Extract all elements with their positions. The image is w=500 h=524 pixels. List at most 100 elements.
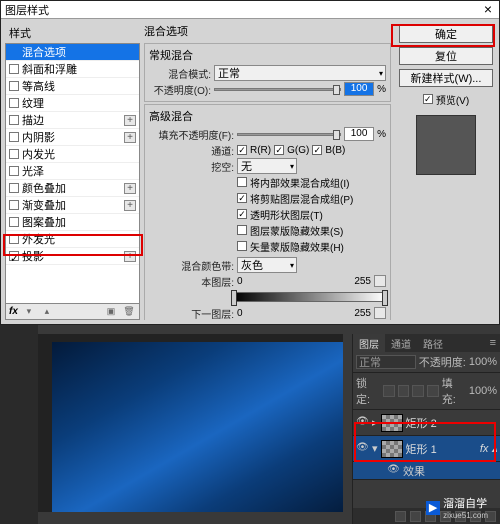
expand-icon[interactable]: ▾ xyxy=(372,442,378,455)
style-item-12[interactable]: ✓投影 + xyxy=(6,248,139,265)
style-label: 颜色叠加 xyxy=(22,180,66,196)
canvas[interactable] xyxy=(38,334,343,512)
style-item-7[interactable]: 光泽 xyxy=(6,163,139,180)
style-item-8[interactable]: 颜色叠加 + xyxy=(6,180,139,197)
tab-channels[interactable]: 通道 xyxy=(385,334,417,352)
blend-mode-select[interactable]: 正常▾ xyxy=(214,65,386,81)
layer-name: 矩形 2 xyxy=(406,415,437,431)
this-layer-gradient[interactable] xyxy=(233,292,386,302)
opacity-slider[interactable] xyxy=(214,88,341,91)
link-layers-icon[interactable] xyxy=(395,511,406,522)
style-checkbox[interactable]: ✓ xyxy=(9,251,19,261)
channel-b-checkbox[interactable] xyxy=(312,145,322,155)
styles-header: 样式 xyxy=(5,23,140,43)
ok-button[interactable]: 确定 xyxy=(399,25,493,43)
channel-r-checkbox[interactable] xyxy=(237,145,247,155)
style-checkbox[interactable] xyxy=(9,115,19,125)
under-layer-label: 下一图层: xyxy=(149,306,234,321)
add-effect-icon[interactable]: + xyxy=(124,183,136,194)
arrow-up-icon[interactable]: ▴ xyxy=(40,306,54,317)
style-checkbox[interactable] xyxy=(9,64,19,74)
style-item-10[interactable]: 图案叠加 xyxy=(6,214,139,231)
opt4-checkbox[interactable] xyxy=(237,225,247,235)
lock-all-icon[interactable] xyxy=(427,385,439,397)
lock-pixels-icon[interactable] xyxy=(398,385,410,397)
fill-value[interactable]: 100% xyxy=(469,385,497,397)
expand-icon[interactable]: ▸ xyxy=(372,416,378,429)
style-checkbox[interactable] xyxy=(9,234,19,244)
opt1-checkbox[interactable] xyxy=(237,177,247,187)
layer-opacity-value[interactable]: 100% xyxy=(469,356,497,368)
cancel-button[interactable]: 复位 xyxy=(399,47,493,65)
effects-row[interactable]: 👁效果 xyxy=(353,462,500,480)
opt3-label: 透明形状图层(T) xyxy=(250,207,323,222)
split-icon[interactable] xyxy=(374,307,386,319)
tab-layers[interactable]: 图层 xyxy=(353,334,385,352)
styles-column: 样式 混合选项斜面和浮雕等高线纹理描边+内阴影+内发光光泽颜色叠加+渐变叠加+图… xyxy=(5,23,140,320)
layer-blend-mode-select[interactable]: 正常 xyxy=(356,355,416,369)
advanced-blending-group: 高级混合 填充不透明度(F): 100 % 通道: R(R) G(G) B(B)… xyxy=(144,104,391,320)
fx-badge[interactable]: fx ▴ xyxy=(480,442,497,455)
style-checkbox[interactable] xyxy=(9,217,19,227)
channels-label: 通道: xyxy=(149,143,234,158)
new-style-button[interactable]: 新建样式(W)... xyxy=(399,69,493,87)
lock-label: 锁定: xyxy=(356,375,380,407)
lock-position-icon[interactable] xyxy=(412,385,424,397)
style-item-6[interactable]: 内发光 xyxy=(6,146,139,163)
panel-menu-icon[interactable]: ≡ xyxy=(486,337,500,349)
visibility-icon[interactable]: 👁 xyxy=(356,442,369,455)
fill-label: 填充: xyxy=(442,375,466,407)
general-blending-group: 常规混合 混合模式: 正常▾ 不透明度(O): 100 % xyxy=(144,43,391,102)
advanced-title: 高级混合 xyxy=(149,108,386,124)
style-item-1[interactable]: 斜面和浮雕 xyxy=(6,61,139,78)
layer-row[interactable]: 👁▾矩形 1fx ▴ xyxy=(353,436,500,462)
style-checkbox[interactable] xyxy=(9,149,19,159)
style-checkbox[interactable] xyxy=(9,200,19,210)
visibility-icon[interactable]: 👁 xyxy=(387,464,400,477)
style-checkbox[interactable] xyxy=(9,132,19,142)
tab-paths[interactable]: 路径 xyxy=(417,334,449,352)
channel-g-checkbox[interactable] xyxy=(274,145,284,155)
layer-row[interactable]: 👁▸ 矩形 2 xyxy=(353,410,500,436)
split-icon[interactable] xyxy=(374,275,386,287)
style-label: 内阴影 xyxy=(22,129,55,145)
layer-opacity-label: 不透明度: xyxy=(419,354,466,370)
visibility-icon[interactable]: 👁 xyxy=(356,416,369,429)
style-label: 投影 xyxy=(22,248,44,264)
arrow-down-icon[interactable]: ▾ xyxy=(22,306,36,317)
fx-icon[interactable] xyxy=(410,511,421,522)
fx-icon[interactable]: fx xyxy=(9,306,18,317)
style-item-0[interactable]: 混合选项 xyxy=(6,44,139,61)
opt2-checkbox[interactable] xyxy=(237,193,247,203)
percent-label: % xyxy=(377,84,386,95)
lock-transparency-icon[interactable] xyxy=(383,385,395,397)
style-checkbox[interactable] xyxy=(9,166,19,176)
style-label: 纹理 xyxy=(22,95,44,111)
blend-mode-label: 混合模式: xyxy=(149,66,211,81)
opt3-checkbox[interactable] xyxy=(237,209,247,219)
layer-thumbnail xyxy=(381,440,403,458)
knockout-select[interactable]: 无▾ xyxy=(237,158,297,174)
close-button[interactable]: × xyxy=(481,3,495,17)
style-checkbox[interactable] xyxy=(9,183,19,193)
style-item-5[interactable]: 内阴影 + xyxy=(6,129,139,146)
add-effect-icon[interactable]: + xyxy=(124,132,136,143)
style-checkbox[interactable] xyxy=(9,81,19,91)
preview-checkbox[interactable] xyxy=(423,94,433,104)
style-item-3[interactable]: 纹理 xyxy=(6,95,139,112)
style-item-11[interactable]: 外发光 xyxy=(6,231,139,248)
add-effect-icon[interactable]: + xyxy=(124,115,136,126)
add-effect-icon[interactable]: + xyxy=(124,200,136,211)
opacity-input[interactable]: 100 xyxy=(344,82,374,96)
fill-opacity-slider[interactable] xyxy=(237,133,341,136)
blendif-select[interactable]: 灰色▾ xyxy=(237,257,297,273)
style-checkbox[interactable] xyxy=(9,98,19,108)
opt5-checkbox[interactable] xyxy=(237,241,247,251)
fill-opacity-input[interactable]: 100 xyxy=(344,127,374,141)
style-item-2[interactable]: 等高线 xyxy=(6,78,139,95)
style-item-4[interactable]: 描边+ xyxy=(6,112,139,129)
trash-icon[interactable]: 🗑 xyxy=(122,306,136,317)
add-effect-icon[interactable]: + xyxy=(124,251,136,262)
add-icon[interactable]: ▣ xyxy=(104,306,118,317)
style-item-9[interactable]: 渐变叠加+ xyxy=(6,197,139,214)
